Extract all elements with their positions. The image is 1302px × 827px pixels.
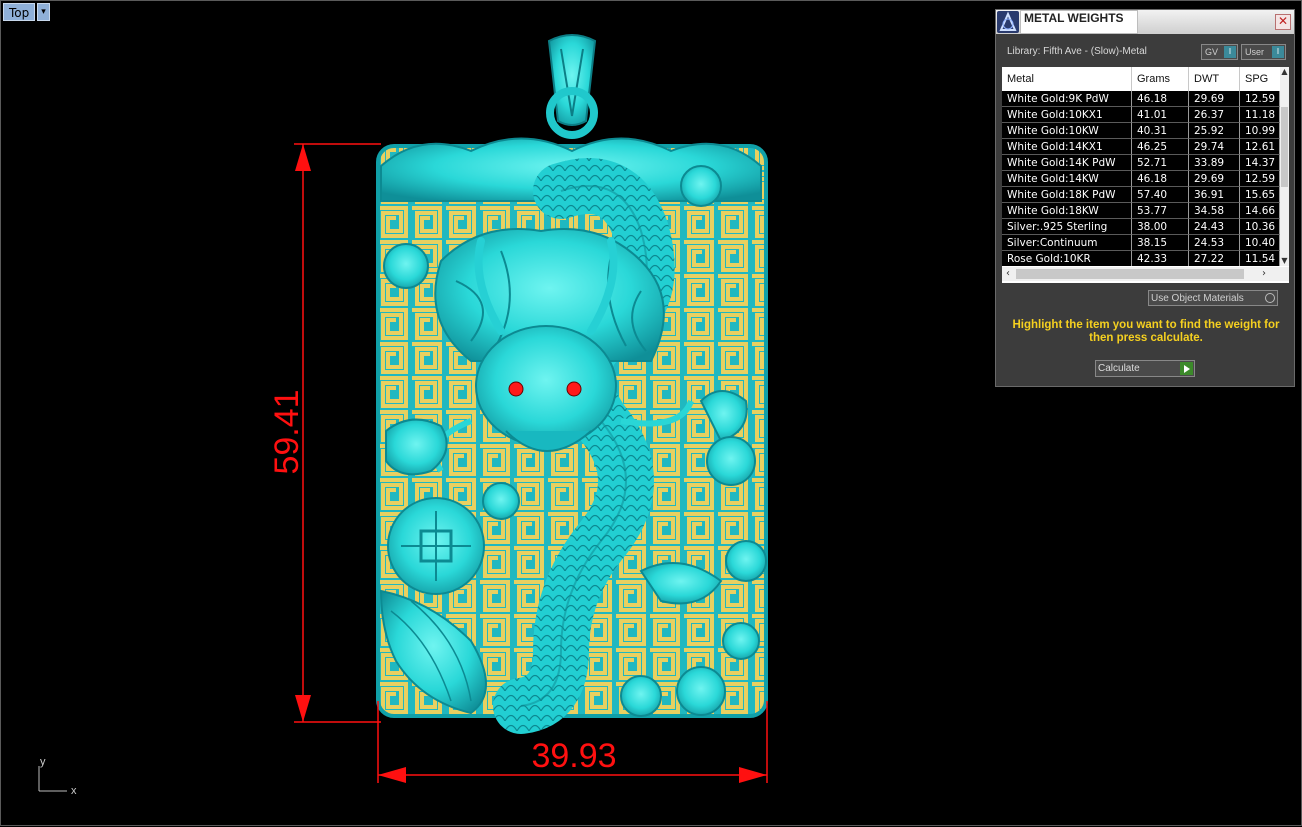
gv-toggle-label: GV xyxy=(1205,47,1219,57)
user-toggle[interactable]: User I xyxy=(1241,44,1286,60)
user-toggle-label: User xyxy=(1245,47,1265,57)
cell-dwt: 24.43 xyxy=(1189,219,1240,235)
axis-x-label: x xyxy=(71,785,77,797)
cell-metal: White Gold:14KX1 xyxy=(1002,139,1132,155)
panel-title: METAL WEIGHTS xyxy=(1024,11,1124,25)
cell-dwt: 29.74 xyxy=(1189,139,1240,155)
table-row[interactable]: Silver:Continuum 38.15 24.53 10.40 xyxy=(1002,235,1280,251)
calculate-button[interactable]: Calculate xyxy=(1095,360,1195,377)
cell-grams: 38.00 xyxy=(1132,219,1189,235)
cell-dwt: 25.92 xyxy=(1189,123,1240,139)
table-row[interactable]: White Gold:10KX1 41.01 26.37 11.18 xyxy=(1002,107,1280,123)
dimension-height-label: 59.41 xyxy=(268,389,306,474)
table-row[interactable]: Rose Gold:10KR 42.33 27.22 11.54 xyxy=(1002,251,1280,266)
dimension-width-label: 39.93 xyxy=(531,737,616,775)
dragon-pendant-model[interactable] xyxy=(376,137,768,734)
play-arrow-icon xyxy=(1180,362,1193,375)
table-row[interactable]: White Gold:14K PdW 52.71 33.89 14.37 xyxy=(1002,155,1280,171)
cell-dwt: 24.53 xyxy=(1189,235,1240,251)
cell-dwt: 26.37 xyxy=(1189,107,1240,123)
column-header-spg[interactable]: SPG xyxy=(1240,67,1280,91)
cell-metal: White Gold:14K PdW xyxy=(1002,155,1132,171)
column-header-dwt[interactable]: DWT xyxy=(1189,67,1240,91)
cell-metal: White Gold:10KW xyxy=(1002,123,1132,139)
cell-grams: 40.31 xyxy=(1132,123,1189,139)
cell-grams: 46.18 xyxy=(1132,91,1189,107)
horizontal-scroll-thumb[interactable] xyxy=(1016,269,1244,279)
table-row[interactable]: White Gold:10KW 40.31 25.92 10.99 xyxy=(1002,123,1280,139)
column-header-grams[interactable]: Grams xyxy=(1132,67,1189,91)
cell-spg: 10.99 xyxy=(1240,123,1280,139)
horizontal-scrollbar[interactable]: ‹ › xyxy=(1002,267,1289,281)
cell-grams: 57.40 xyxy=(1132,187,1189,203)
vertical-dimension[interactable] xyxy=(294,143,381,723)
instruction-text: Highlight the item you want to find the … xyxy=(1012,319,1280,344)
metal-weights-panel: METAL WEIGHTS ✕ Library: Fifth Ave - (Sl… xyxy=(995,9,1295,387)
scroll-left-icon[interactable]: ‹ xyxy=(1002,267,1014,281)
cell-grams: 42.33 xyxy=(1132,251,1189,266)
cell-metal: White Gold:14KW xyxy=(1002,171,1132,187)
cell-metal: Rose Gold:10KR xyxy=(1002,251,1132,266)
gv-toggle-knob: I xyxy=(1224,46,1236,58)
app-logo-icon xyxy=(997,11,1019,33)
axis-y-label: y xyxy=(40,756,46,768)
cell-spg: 11.18 xyxy=(1240,107,1280,123)
cell-spg: 12.59 xyxy=(1240,171,1280,187)
cell-grams: 46.18 xyxy=(1132,171,1189,187)
use-object-materials-label: Use Object Materials xyxy=(1151,293,1244,304)
cell-spg: 14.37 xyxy=(1240,155,1280,171)
cell-grams: 46.25 xyxy=(1132,139,1189,155)
cell-spg: 12.59 xyxy=(1240,91,1280,107)
cell-metal: Silver:Continuum xyxy=(1002,235,1132,251)
table-row[interactable]: White Gold:14KX1 46.25 29.74 12.61 xyxy=(1002,139,1280,155)
table-row[interactable]: White Gold:9K PdW 46.18 29.69 12.59 xyxy=(1002,91,1280,107)
use-object-materials-toggle[interactable]: Use Object Materials xyxy=(1148,290,1278,306)
cell-grams: 53.77 xyxy=(1132,203,1189,219)
cell-dwt: 36.91 xyxy=(1189,187,1240,203)
table-row[interactable]: White Gold:18KW 53.77 34.58 14.66 xyxy=(1002,203,1280,219)
cell-metal: Silver:.925 Sterling xyxy=(1002,219,1132,235)
gv-toggle[interactable]: GV I xyxy=(1201,44,1238,60)
panel-titlebar[interactable]: METAL WEIGHTS ✕ xyxy=(996,10,1294,34)
cell-spg: 10.36 xyxy=(1240,219,1280,235)
table-row[interactable]: Silver:.925 Sterling 38.00 24.43 10.36 xyxy=(1002,219,1280,235)
table-body: White Gold:9K PdW 46.18 29.69 12.59 White Go… xyxy=(1002,91,1280,266)
scroll-down-icon[interactable]: ▼ xyxy=(1280,256,1289,266)
view-name-label[interactable]: Top xyxy=(3,3,36,21)
scroll-up-icon[interactable]: ▲ xyxy=(1280,67,1289,77)
cell-dwt: 33.89 xyxy=(1189,155,1240,171)
radio-circle-icon xyxy=(1265,293,1275,303)
cell-grams: 38.15 xyxy=(1132,235,1189,251)
cell-spg: 12.61 xyxy=(1240,139,1280,155)
cell-spg: 14.66 xyxy=(1240,203,1280,219)
table-header: Metal Grams DWT SPG xyxy=(1002,67,1280,91)
pendant-bail xyxy=(546,34,598,139)
column-header-metal[interactable]: Metal xyxy=(1002,67,1132,91)
cell-metal: White Gold:18K PdW xyxy=(1002,187,1132,203)
library-label: Library: Fifth Ave - (Slow)-Metal xyxy=(1007,46,1147,57)
cell-dwt: 34.58 xyxy=(1189,203,1240,219)
close-icon[interactable]: ✕ xyxy=(1275,14,1291,30)
calculate-label: Calculate xyxy=(1098,363,1140,374)
cell-grams: 41.01 xyxy=(1132,107,1189,123)
view-dropdown-icon[interactable]: ▾ xyxy=(37,3,50,21)
cell-spg: 10.40 xyxy=(1240,235,1280,251)
metal-weights-table[interactable]: Metal Grams DWT SPG White Gold:9K PdW 46.… xyxy=(1002,67,1289,283)
user-toggle-knob: I xyxy=(1272,46,1284,58)
axis-gizmo xyxy=(38,766,67,792)
cell-metal: White Gold:18KW xyxy=(1002,203,1132,219)
cell-metal: White Gold:9K PdW xyxy=(1002,91,1132,107)
cell-grams: 52.71 xyxy=(1132,155,1189,171)
vertical-scroll-thumb[interactable] xyxy=(1281,107,1288,187)
cell-spg: 11.54 xyxy=(1240,251,1280,266)
cell-dwt: 29.69 xyxy=(1189,91,1240,107)
cell-dwt: 29.69 xyxy=(1189,171,1240,187)
cell-spg: 15.65 xyxy=(1240,187,1280,203)
table-row[interactable]: White Gold:14KW 46.18 29.69 12.59 xyxy=(1002,171,1280,187)
cell-metal: White Gold:10KX1 xyxy=(1002,107,1132,123)
scroll-right-icon[interactable]: › xyxy=(1258,267,1270,281)
cell-dwt: 27.22 xyxy=(1189,251,1240,266)
table-row[interactable]: White Gold:18K PdW 57.40 36.91 15.65 xyxy=(1002,187,1280,203)
vertical-scrollbar[interactable]: ▲ ▼ xyxy=(1280,67,1289,266)
